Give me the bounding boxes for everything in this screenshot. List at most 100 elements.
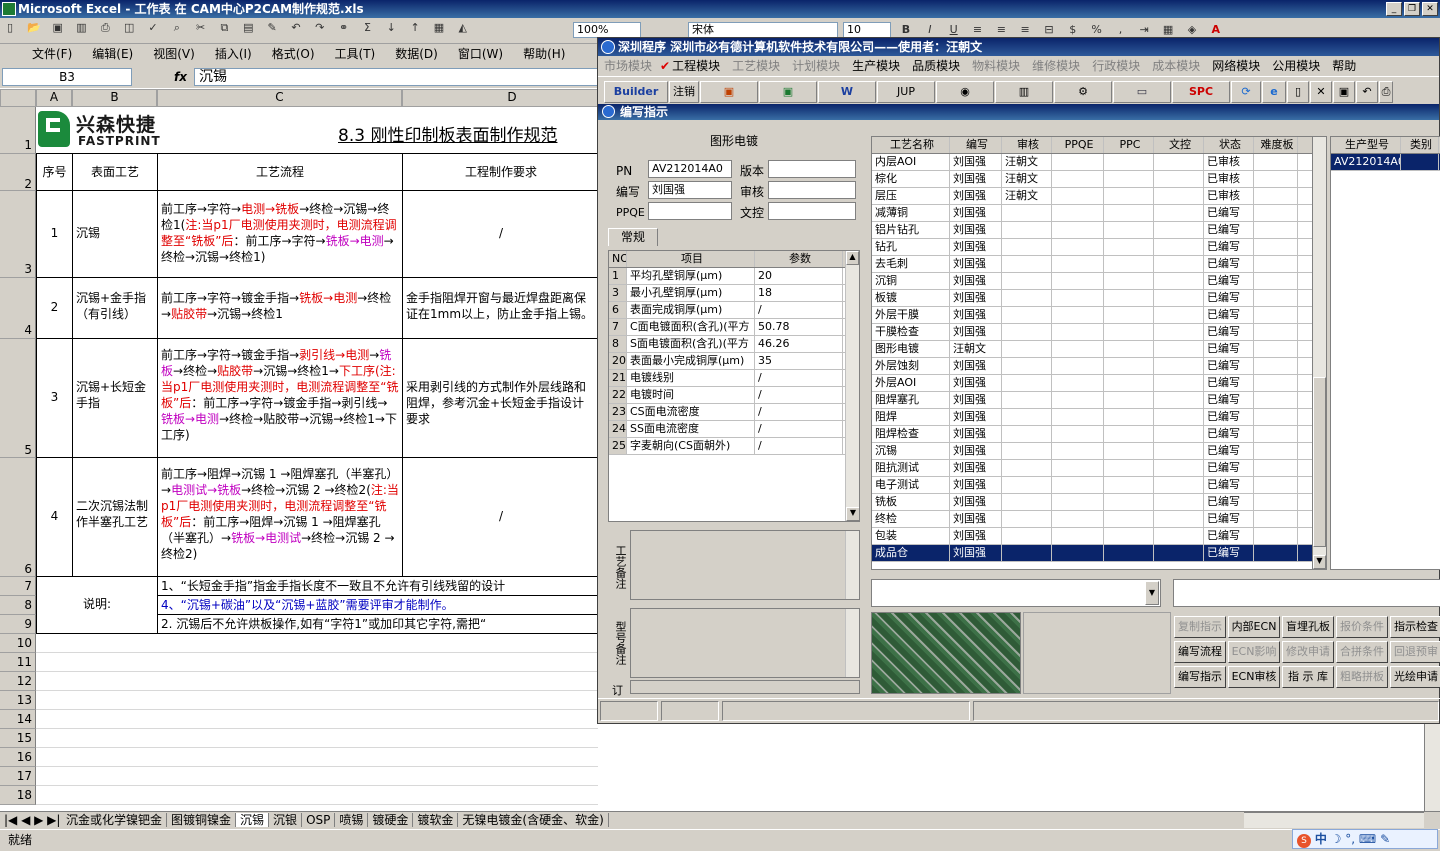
menu-file[interactable]: 文件(F): [0, 44, 82, 64]
comma-icon[interactable]: ,: [1111, 22, 1129, 38]
pn-field[interactable]: AV212014A0: [648, 160, 732, 178]
excel-hscroll[interactable]: [1244, 812, 1424, 828]
action-button[interactable]: 编写流程: [1174, 641, 1226, 663]
row-header[interactable]: 11: [0, 653, 36, 672]
process-row[interactable]: 沉铜 刘国强 已编写: [872, 273, 1326, 290]
gears-icon[interactable]: ⚙: [1054, 81, 1112, 103]
process-note-field[interactable]: [630, 530, 860, 600]
model-row[interactable]: AV212014A0: [1331, 154, 1440, 171]
process-row[interactable]: 板镀 刘国强 已编写: [872, 290, 1326, 307]
action-button[interactable]: 修改申请: [1282, 641, 1334, 663]
new-doc-icon[interactable]: ▯: [1287, 81, 1309, 103]
row-surface[interactable]: 沉锡: [73, 191, 158, 278]
menu-window[interactable]: 窗口(W): [448, 44, 513, 64]
action-button[interactable]: 粗略拼板: [1336, 666, 1388, 688]
hyperlink-icon[interactable]: ⚭: [335, 20, 353, 36]
align-left-icon[interactable]: ≡: [968, 22, 986, 38]
param-row[interactable]: 1 平均孔壁铜厚(μm) 20: [609, 268, 859, 285]
process-row[interactable]: 去毛刺 刘国强 已编写: [872, 256, 1326, 273]
menu-insert[interactable]: 插入(I): [205, 44, 262, 64]
param-value[interactable]: /: [755, 387, 843, 403]
cam-menu-item[interactable]: 工艺模块: [726, 56, 786, 76]
action-button[interactable]: 盲埋孔板: [1282, 616, 1334, 638]
version-field[interactable]: [768, 160, 856, 178]
menu-format[interactable]: 格式(O): [262, 44, 325, 64]
save-doc-icon[interactable]: ▣: [1333, 81, 1355, 103]
process-row[interactable]: 干膜检查 刘国强 已编写: [872, 324, 1326, 341]
indent-icon[interactable]: ⇥: [1135, 22, 1153, 38]
process-row[interactable]: 外层蚀刻 刘国强 已编写: [872, 358, 1326, 375]
action-button[interactable]: ECN审核: [1228, 666, 1280, 688]
row-header[interactable]: 8: [0, 596, 36, 615]
computer-icon[interactable]: ▭: [1113, 81, 1171, 103]
font-name-select[interactable]: 宋体: [688, 22, 838, 38]
chart-wizard-icon[interactable]: ▦: [430, 20, 448, 36]
writer-field[interactable]: 刘国强: [648, 181, 732, 199]
sheet-tab[interactable]: 喷锡: [335, 813, 369, 827]
process-scrollbar[interactable]: ▼: [1312, 136, 1327, 570]
row-header[interactable]: 18: [0, 786, 36, 805]
tab-general[interactable]: 常规: [608, 228, 658, 246]
sort-asc-icon[interactable]: ↓: [382, 20, 400, 36]
sheet-tab[interactable]: OSP: [302, 813, 336, 827]
process-row[interactable]: 成品仓 刘国强 已编写: [872, 545, 1326, 562]
scroll-thumb[interactable]: [1313, 377, 1326, 547]
process-row[interactable]: 沉锡 刘国强 已编写: [872, 443, 1326, 460]
row-header[interactable]: 3: [0, 191, 36, 278]
process-row[interactable]: 铝片钻孔 刘国强 已编写: [872, 222, 1326, 239]
ime-bar[interactable]: S 中 ☽ °, ⌨ ✎: [1292, 829, 1438, 849]
cam-menu-item[interactable]: 市场模块: [598, 56, 658, 76]
sheet-tab[interactable]: 镀硬金: [368, 813, 414, 827]
param-value[interactable]: /: [755, 438, 843, 454]
process-row[interactable]: 阻焊塞孔 刘国强 已编写: [872, 392, 1326, 409]
param-row[interactable]: 20 表面最小完成铜厚(μm) 35: [609, 353, 859, 370]
process-row[interactable]: 包装 刘国强 已编写: [872, 528, 1326, 545]
action-button[interactable]: 复制指示: [1174, 616, 1226, 638]
print-preview-icon[interactable]: ◫: [120, 20, 138, 36]
menu-help[interactable]: 帮助(H): [513, 44, 575, 64]
menu-view[interactable]: 视图(V): [143, 44, 205, 64]
row-header[interactable]: 4: [0, 278, 36, 339]
param-value[interactable]: /: [755, 302, 843, 318]
restore-button[interactable]: ❐: [1404, 2, 1420, 16]
col-header-b[interactable]: B: [72, 89, 157, 107]
undo-icon[interactable]: ↶: [287, 20, 305, 36]
process-row[interactable]: 阻焊 刘国强 已编写: [872, 409, 1326, 426]
jup-button[interactable]: JUP: [877, 81, 935, 103]
spc-button[interactable]: SPC: [1172, 81, 1230, 103]
cam-menu-item[interactable]: 成本模块: [1146, 56, 1206, 76]
param-row[interactable]: 7 C面电镀面积(含孔)(平方 50.78: [609, 319, 859, 336]
menu-tools[interactable]: 工具(T): [325, 44, 386, 64]
print-icon[interactable]: ⎙: [96, 20, 114, 36]
archive-icon[interactable]: ▥: [995, 81, 1053, 103]
underline-icon[interactable]: U: [945, 22, 963, 38]
action-button[interactable]: 回退预审: [1390, 641, 1440, 663]
scroll-up-icon[interactable]: ▲: [846, 251, 859, 265]
row-header[interactable]: 9: [0, 615, 36, 634]
doc-field[interactable]: [768, 202, 856, 220]
row-header[interactable]: 16: [0, 748, 36, 767]
scroll-down-icon[interactable]: ▼: [846, 507, 859, 521]
col-header-a[interactable]: A: [36, 89, 72, 107]
excel-icon[interactable]: ▣: [759, 81, 817, 103]
word-icon[interactable]: W: [818, 81, 876, 103]
param-value[interactable]: /: [755, 370, 843, 386]
process-row[interactable]: 外层干膜 刘国强 已编写: [872, 307, 1326, 324]
action-button[interactable]: 合拼条件: [1336, 641, 1388, 663]
param-value[interactable]: 18: [755, 285, 843, 301]
cut-icon[interactable]: ✂: [192, 20, 210, 36]
row-header[interactable]: 2: [0, 154, 36, 191]
process-row[interactable]: 终检 刘国强 已编写: [872, 511, 1326, 528]
copy-icon[interactable]: ⧉: [215, 20, 233, 36]
refresh-icon[interactable]: ⟳: [1231, 81, 1261, 103]
param-value[interactable]: 50.78: [755, 319, 843, 335]
delete-icon[interactable]: ✕: [1310, 81, 1332, 103]
fill-color-icon[interactable]: ◈: [1183, 22, 1201, 38]
formula-input[interactable]: 沉锡: [194, 68, 600, 86]
params-scrollbar[interactable]: ▲ ▼: [845, 251, 859, 521]
undo-doc-icon[interactable]: ↶: [1356, 81, 1378, 103]
process-row[interactable]: 阻抗测试 刘国强 已编写: [872, 460, 1326, 477]
row-header[interactable]: 15: [0, 729, 36, 748]
close-button[interactable]: ✕: [1422, 2, 1438, 16]
research-icon[interactable]: ⌕: [168, 20, 186, 36]
